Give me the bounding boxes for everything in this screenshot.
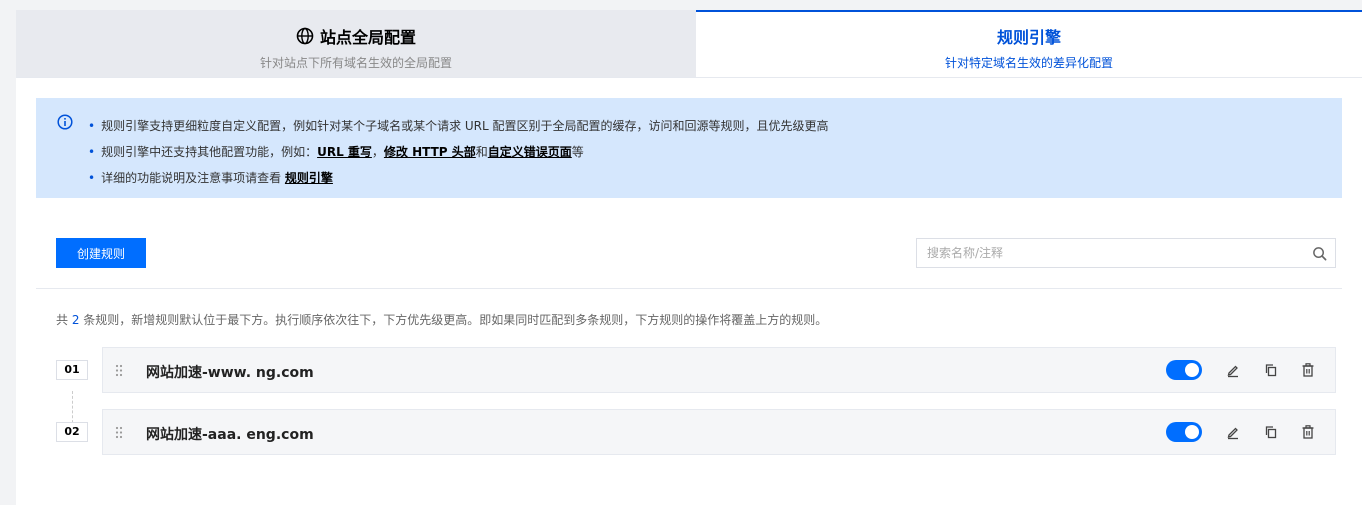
edit-icon[interactable] [1225,424,1241,440]
rule-index: 02 [56,422,88,442]
rule-index: 01 [56,360,88,380]
rule-name: 网站加速-aaa. eng.com [146,427,314,443]
info-notice: 规则引擎支持更细粒度自定义配置，例如针对某个子域名或某个请求 URL 配置区别于… [36,98,1342,198]
edit-icon[interactable] [1225,362,1241,378]
search-input[interactable] [917,239,1307,267]
globe-icon [296,27,314,45]
modify-header-link[interactable]: 修改 HTTP 头部 [384,145,476,159]
search-box [916,238,1336,268]
tab-global-config[interactable]: 站点全局配置 针对站点下所有域名生效的全局配置 [16,10,696,77]
search-icon[interactable] [1312,246,1327,261]
custom-error-page-link[interactable]: 自定义错误页面 [488,145,572,159]
copy-icon[interactable] [1263,424,1279,440]
config-tabs: 站点全局配置 针对站点下所有域名生效的全局配置 规则引擎 针对特定域名生效的差异… [16,10,1362,78]
rules-summary: 共 2 条规则，新增规则默认位于最下方。执行顺序依次往下，下方优先级更高。即如果… [56,313,828,327]
copy-icon[interactable] [1263,362,1279,378]
delete-icon[interactable] [1300,362,1316,378]
tab-rules-title: 规则引擎 [996,28,1061,47]
tab-global-subtitle: 针对站点下所有域名生效的全局配置 [259,56,452,70]
info-icon [57,114,73,130]
tab-global-title: 站点全局配置 [319,28,416,47]
create-rule-button[interactable]: 创建规则 [56,238,146,268]
drag-handle-icon[interactable] [115,364,123,377]
tab-rule-engine[interactable]: 规则引擎 针对特定域名生效的差异化配置 [696,10,1362,77]
rule-item[interactable]: 网站加速-www. ng.com [102,347,1336,393]
info-line-3: 详细的功能说明及注意事项请查看 规则引擎 [88,165,829,191]
rule-engine-panel: 站点全局配置 针对站点下所有域名生效的全局配置 规则引擎 针对特定域名生效的差异… [16,10,1362,505]
rule-name: 网站加速-www. ng.com [146,365,314,381]
delete-icon[interactable] [1300,424,1316,440]
info-list: 规则引擎支持更细粒度自定义配置，例如针对某个子域名或某个请求 URL 配置区别于… [88,113,829,191]
rule-enable-toggle[interactable] [1166,422,1202,442]
rule-enable-toggle[interactable] [1166,360,1202,380]
rule-item[interactable]: 网站加速-aaa. eng.com [102,409,1336,455]
drag-handle-icon[interactable] [115,426,123,439]
info-line-2: 规则引擎中还支持其他配置功能，例如：URL 重写，修改 HTTP 头部和自定义错… [88,139,829,165]
divider [36,288,1342,289]
info-line-1: 规则引擎支持更细粒度自定义配置，例如针对某个子域名或某个请求 URL 配置区别于… [88,113,828,139]
tab-rules-subtitle: 针对特定域名生效的差异化配置 [944,56,1113,70]
rule-engine-doc-link[interactable]: 规则引擎 [285,171,333,185]
url-rewrite-link[interactable]: URL 重写 [317,145,372,159]
